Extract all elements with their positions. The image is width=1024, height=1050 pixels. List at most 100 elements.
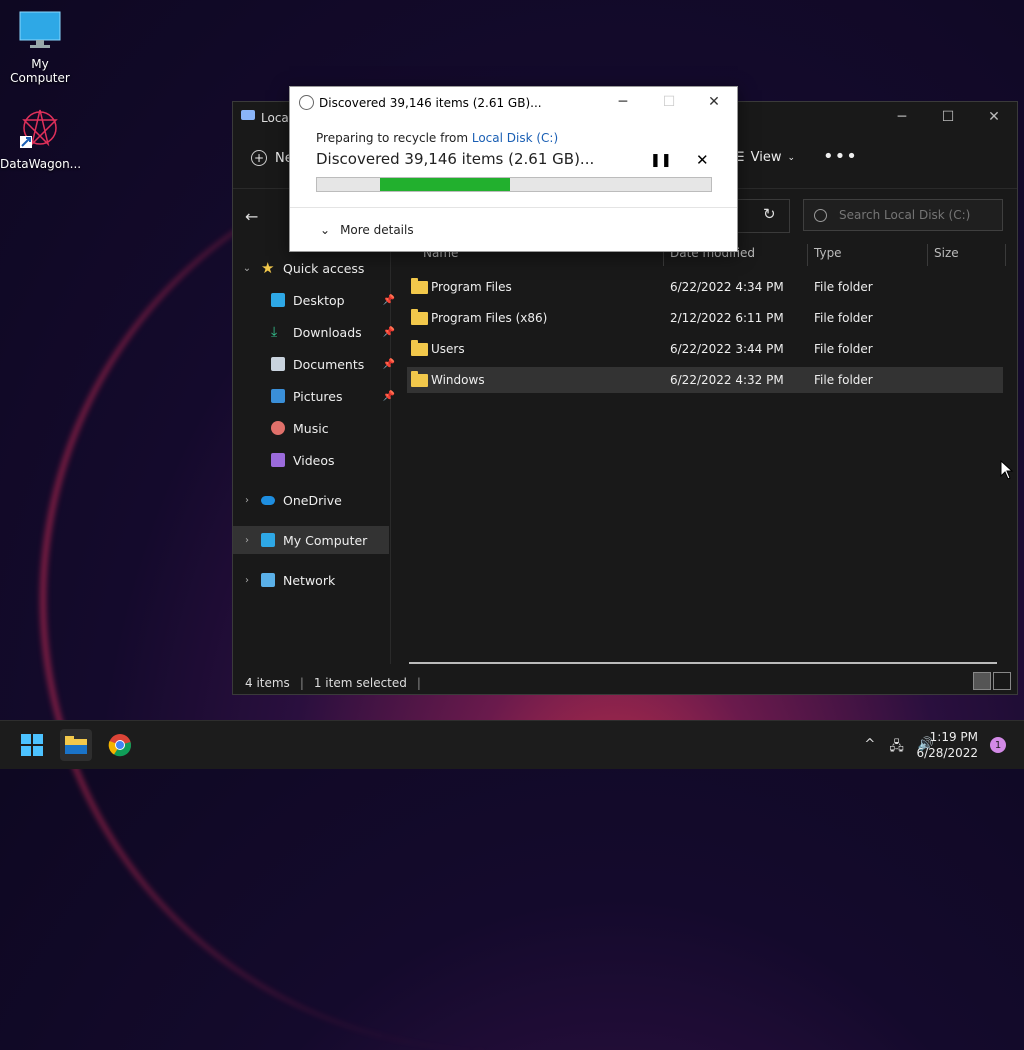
chevron-down-icon[interactable]: ⌄	[233, 263, 261, 274]
folder-icon	[411, 371, 428, 387]
table-row[interactable]: Windows 6/22/2022 4:32 PM File folder	[407, 367, 1003, 393]
document-icon	[271, 357, 285, 371]
minimize-button[interactable]: ─	[600, 87, 646, 117]
nav-videos[interactable]: Videos	[233, 446, 399, 474]
nav-label: Documents	[293, 356, 365, 372]
item-count: 4 items	[245, 676, 290, 690]
desktop-icon-datawagon[interactable]: DataWagon...	[0, 106, 81, 171]
divider	[290, 207, 737, 208]
column-separator[interactable]	[1005, 244, 1006, 266]
nav-documents[interactable]: Documents 📌	[233, 350, 399, 378]
more-options-button[interactable]: •••	[823, 146, 858, 167]
notification-badge[interactable]: 1	[990, 737, 1006, 753]
nav-downloads[interactable]: ⤓ Downloads 📌	[233, 318, 399, 346]
cloud-icon	[261, 495, 275, 505]
horizontal-scrollbar[interactable]	[409, 662, 997, 664]
table-row[interactable]: Program Files 6/22/2022 4:34 PM File fol…	[407, 274, 1003, 300]
nav-music[interactable]: Music	[233, 414, 399, 442]
more-details-label: More details	[340, 223, 414, 237]
pin-icon[interactable]: 📌	[383, 295, 395, 306]
file-date: 6/22/2022 4:32 PM	[670, 373, 784, 387]
operation-description: Preparing to recycle from Local Disk (C:…	[316, 131, 558, 145]
desktop-icon-my-computer[interactable]: My Computer	[0, 10, 80, 85]
file-date: 6/22/2022 3:44 PM	[670, 342, 784, 356]
maximize-button: ☐	[662, 94, 676, 110]
close-button[interactable]: ✕	[691, 87, 737, 117]
nav-desktop[interactable]: Desktop 📌	[233, 286, 399, 314]
nav-quick-access[interactable]: ⌄ ★ Quick access	[233, 254, 389, 282]
status-bar: 4 items | 1 item selected |	[245, 676, 421, 690]
windows-logo-icon	[21, 734, 43, 756]
tiles-view-button[interactable]	[993, 672, 1011, 690]
minimize-button[interactable]: ─	[879, 102, 925, 132]
source-link[interactable]: Local Disk (C:)	[472, 131, 558, 145]
network-monitor-icon[interactable]: 🖧	[889, 737, 904, 759]
more-details-toggle[interactable]: ⌄ More details	[320, 223, 414, 237]
nav-network[interactable]: › Network	[233, 566, 389, 594]
nav-label: Network	[283, 572, 336, 588]
maximize-button[interactable]: ☐	[925, 102, 971, 132]
pause-icon[interactable]: ❚❚	[650, 153, 672, 168]
dialog-title-bar[interactable]: Discovered 39,146 items (2.61 GB)... ─ ☐…	[290, 87, 737, 117]
view-label: View	[750, 150, 782, 165]
search-icon	[814, 208, 827, 222]
selection-count: 1 item selected	[313, 676, 407, 690]
nav-pictures[interactable]: Pictures 📌	[233, 382, 399, 410]
chevron-right-icon[interactable]: ›	[233, 535, 261, 546]
search-box[interactable]	[803, 199, 1003, 231]
chrome-taskbar-button[interactable]	[104, 729, 136, 761]
folder-icon	[411, 278, 428, 294]
nav-label: OneDrive	[283, 492, 342, 508]
download-icon: ⤓	[271, 324, 278, 340]
chevron-down-icon: ⌄	[320, 223, 331, 237]
nav-label: Desktop	[293, 292, 345, 308]
nav-onedrive[interactable]: › OneDrive	[233, 486, 389, 514]
file-type: File folder	[814, 373, 873, 387]
column-header-type[interactable]: Type	[814, 246, 842, 266]
chevron-up-icon[interactable]: ^	[864, 737, 875, 759]
file-explorer-taskbar-button[interactable]	[60, 729, 92, 761]
view-button[interactable]: ☰ View ⌄	[733, 150, 795, 165]
new-button[interactable]: + Ne	[251, 150, 293, 166]
column-separator[interactable]	[927, 244, 928, 266]
nav-my-computer[interactable]: › My Computer	[233, 526, 389, 554]
table-row[interactable]: Program Files (x86) 2/12/2022 6:11 PM Fi…	[407, 305, 1003, 331]
chrome-icon	[108, 734, 132, 757]
recycle-progress-dialog: Discovered 39,146 items (2.61 GB)... ─ ☐…	[289, 86, 738, 252]
folder-window-icon	[241, 110, 255, 120]
cancel-icon[interactable]: ✕	[696, 151, 709, 169]
picture-icon	[271, 389, 285, 403]
time: 1:19 PM	[929, 730, 978, 744]
pin-icon[interactable]: 📌	[383, 391, 395, 402]
file-type: File folder	[814, 280, 873, 294]
window-title: Local	[261, 111, 293, 125]
nav-label: Pictures	[293, 388, 343, 404]
dialog-title: Discovered 39,146 items (2.61 GB)...	[319, 96, 542, 110]
back-arrow-icon[interactable]: ←	[245, 207, 258, 226]
pin-icon[interactable]: 📌	[383, 359, 395, 370]
monitor-icon	[0, 10, 80, 53]
nav-label: Downloads	[293, 324, 362, 340]
clock[interactable]: 1:19 PM 6/28/2022	[916, 729, 978, 761]
search-input[interactable]	[837, 207, 991, 223]
pin-icon[interactable]: 📌	[383, 327, 395, 338]
column-header-size[interactable]: Size	[934, 246, 959, 266]
monitor-icon	[261, 533, 275, 547]
chevron-down-icon: ⌄	[787, 152, 796, 163]
nav-label: Quick access	[283, 260, 365, 276]
desktop-icon	[271, 293, 285, 307]
close-button[interactable]: ✕	[971, 102, 1017, 132]
table-row[interactable]: Users 6/22/2022 3:44 PM File folder	[407, 336, 1003, 362]
progress-headline: Discovered 39,146 items (2.61 GB)...	[316, 150, 595, 168]
refresh-icon[interactable]: ↻	[763, 205, 776, 223]
column-separator[interactable]	[807, 244, 808, 266]
start-button[interactable]	[16, 729, 48, 761]
file-date: 2/12/2022 6:11 PM	[670, 311, 784, 325]
file-name: Program Files (x86)	[431, 311, 548, 325]
chevron-right-icon[interactable]: ›	[233, 575, 261, 586]
star-icon: ★	[261, 259, 275, 277]
chevron-right-icon[interactable]: ›	[233, 495, 261, 506]
file-name: Windows	[431, 373, 485, 387]
details-view-button[interactable]	[973, 672, 991, 690]
datawagon-icon	[0, 106, 80, 153]
